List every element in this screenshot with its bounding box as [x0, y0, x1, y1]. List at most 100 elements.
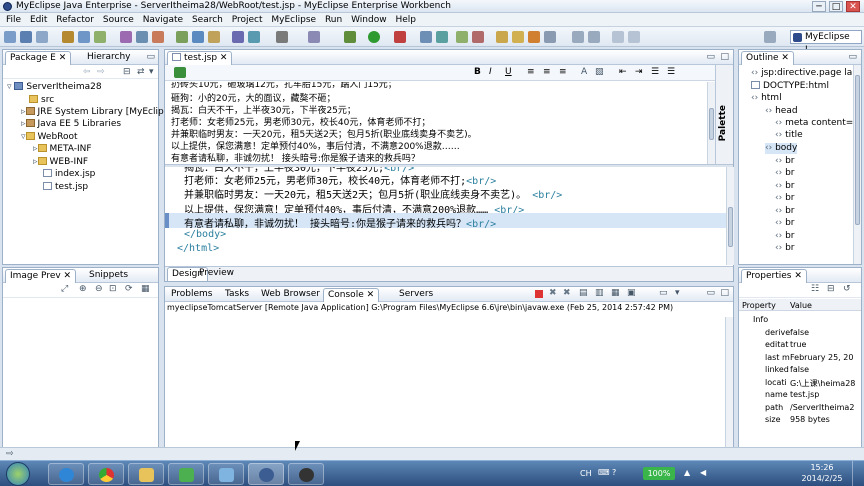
tab-outline[interactable]: Outline ✕ — [741, 51, 794, 65]
deploy-icon[interactable] — [94, 31, 106, 43]
external-tools-icon[interactable] — [394, 31, 406, 43]
remove-launch-icon[interactable]: ✖ — [549, 288, 557, 298]
close-button[interactable]: ✕ — [846, 1, 860, 12]
tree-item-index-jsp[interactable]: index.jsp — [43, 169, 95, 180]
taskbar-explorer[interactable] — [128, 463, 164, 485]
source-scrollbar[interactable] — [726, 167, 734, 265]
prop-value[interactable]: false — [790, 365, 809, 374]
tab-image-preview[interactable]: Image Prev ✕ — [5, 269, 77, 283]
tree-item-web-inf[interactable]: ▹ WEB-INF — [33, 157, 88, 168]
open-console-icon[interactable]: ▾ — [675, 288, 680, 298]
forward-icon[interactable] — [628, 31, 640, 43]
indent-icon[interactable]: ⇥ — [635, 67, 643, 77]
menu-refactor[interactable]: Refactor — [56, 13, 94, 27]
outline-item[interactable]: ‹› br — [775, 218, 795, 229]
grid-icon[interactable]: ▦ — [141, 284, 150, 294]
menu-help[interactable]: Help — [395, 13, 416, 27]
outline-item[interactable]: ‹› br — [775, 243, 795, 254]
tray-keyboard-icon[interactable]: ⌨ — [598, 468, 610, 477]
tray-lang[interactable]: CH — [580, 469, 592, 478]
prop-value[interactable]: test.jsp — [790, 390, 819, 399]
tree-item-test-jsp[interactable]: test.jsp — [43, 182, 88, 193]
scroll-lock-icon[interactable]: ▥ — [595, 288, 604, 298]
taskbar-editor[interactable] — [168, 463, 204, 485]
menu-project[interactable]: Project — [232, 13, 263, 27]
new-server-icon[interactable] — [78, 31, 90, 43]
tree-item-javaee-libraries[interactable]: ▹ Java EE 5 Libraries — [21, 119, 121, 130]
outline-item[interactable]: ‹› br — [775, 181, 795, 192]
minimize-view-icon[interactable]: ▭ — [848, 52, 857, 62]
menu-myeclipse[interactable]: MyEclipse — [271, 13, 316, 27]
new-xml-icon[interactable] — [208, 31, 220, 43]
numbered-list-icon[interactable]: ☰ — [651, 67, 659, 77]
bold-icon[interactable]: B — [474, 67, 481, 77]
prop-value[interactable]: true — [790, 340, 806, 349]
property-column-header[interactable]: Property — [742, 301, 776, 310]
tray-help-icon[interactable]: ? — [612, 468, 616, 477]
taskbar-ie[interactable] — [48, 463, 84, 485]
clock-time[interactable]: 15:26 — [796, 463, 848, 472]
tree-item-webroot[interactable]: ▿ WebRoot — [21, 132, 78, 143]
tab-console[interactable]: Console ✕ — [323, 288, 380, 302]
prop-value[interactable]: February 25, 20 — [790, 353, 853, 362]
word-wrap-icon[interactable]: ▦ — [611, 288, 620, 298]
restore-default-icon[interactable]: ↺ — [843, 284, 851, 294]
tab-web-browser[interactable]: Web Browser — [257, 288, 324, 302]
debug-icon[interactable] — [344, 31, 356, 43]
menu-run[interactable]: Run — [325, 13, 342, 27]
web-service-icon[interactable] — [152, 31, 164, 43]
next-annotation-icon[interactable] — [572, 31, 584, 43]
back-icon[interactable] — [612, 31, 624, 43]
prop-value[interactable]: false — [790, 328, 809, 337]
outline-item-selected[interactable]: ‹› body — [765, 143, 798, 154]
bookmark-icon[interactable] — [528, 31, 540, 43]
run-icon[interactable] — [368, 31, 380, 43]
clock-date[interactable]: 2014/2/25 — [796, 474, 848, 483]
new-icon[interactable] — [4, 31, 16, 43]
new-jsp-icon[interactable] — [176, 31, 188, 43]
tab-preview[interactable]: Preview — [195, 267, 238, 281]
highlight-icon[interactable]: ▧ — [595, 67, 604, 77]
font-color-icon[interactable]: A — [581, 67, 587, 77]
terminate-icon[interactable] — [535, 290, 543, 298]
refresh-icon[interactable]: ⟳ — [125, 284, 133, 294]
refresh-preview-icon[interactable] — [174, 67, 186, 78]
forward-nav-icon[interactable]: ⇨ — [97, 67, 105, 77]
uml-icon[interactable] — [248, 31, 260, 43]
view-menu-icon[interactable]: ▾ — [149, 67, 154, 77]
prev-annotation-icon[interactable] — [588, 31, 600, 43]
minimize-button[interactable]: ─ — [812, 1, 826, 12]
db-browser-icon[interactable] — [232, 31, 244, 43]
minimize-console-icon[interactable]: ▭ — [706, 288, 715, 298]
task-icon[interactable] — [544, 31, 556, 43]
outline-item[interactable]: ‹› title — [775, 130, 803, 141]
align-left-icon[interactable]: ≡ — [527, 67, 535, 77]
taskbar-myeclipse[interactable] — [248, 463, 284, 485]
maximize-editor-icon[interactable]: □ — [720, 52, 729, 62]
menu-source[interactable]: Source — [103, 13, 134, 27]
print-icon[interactable] — [36, 31, 48, 43]
new-html-icon[interactable] — [192, 31, 204, 43]
tree-item-meta-inf[interactable]: ▹ META-INF — [33, 144, 92, 155]
menu-edit[interactable]: Edit — [30, 13, 47, 27]
value-column-header[interactable]: Value — [790, 301, 812, 310]
tray-volume-icon[interactable]: ◀ — [700, 468, 706, 477]
tray-network-icon[interactable]: ▲ — [684, 468, 690, 477]
taskbar-chrome[interactable] — [88, 463, 124, 485]
outdent-icon[interactable]: ⇤ — [619, 67, 627, 77]
show-desktop-button[interactable] — [852, 461, 864, 486]
menu-search[interactable]: Search — [192, 13, 223, 27]
outline-item[interactable]: ‹› br — [775, 206, 795, 217]
server-icon[interactable] — [308, 31, 320, 43]
source-scroll-thumb[interactable] — [728, 207, 733, 247]
taskbar-app[interactable] — [208, 463, 244, 485]
outline-item[interactable]: ‹› br — [775, 156, 795, 167]
tab-servers[interactable]: Servers — [395, 288, 437, 302]
link-editor-icon[interactable]: ⇄ — [137, 67, 145, 77]
outline-item[interactable]: ‹› br — [775, 193, 795, 204]
outline-item[interactable]: ‹› jsp:directive.page langu — [751, 68, 853, 79]
pencil-icon[interactable] — [512, 31, 524, 43]
tab-test-jsp[interactable]: test.jsp ✕ — [167, 51, 233, 65]
tree-item-jre-library[interactable]: ▹ JRE System Library [MyEclipse — [21, 107, 174, 118]
save-icon[interactable] — [20, 31, 32, 43]
